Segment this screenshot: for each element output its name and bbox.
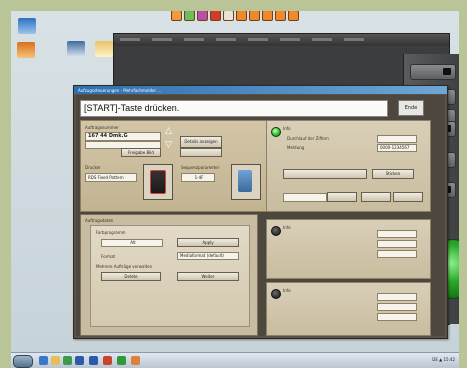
status1-bottom-button3[interactable] [393,192,423,202]
apply-button[interactable]: Apply [177,238,239,247]
status1-bottom-field1[interactable] [283,193,327,202]
desktop-icon-computer[interactable] [67,41,85,57]
app-icon-1[interactable] [171,11,182,21]
panel-button-1[interactable] [410,64,456,80]
start-button[interactable] [13,355,33,368]
dialog-titlebar: Aufzugssteuerungen - Mehrfachmelder ... [74,86,447,94]
taskbar-icon-browser[interactable] [39,356,48,365]
taskbar-icon-app4[interactable] [117,356,126,365]
field2-label: Format [101,254,116,259]
tape-icon [443,68,451,75]
setup-field[interactable]: 1-4F [181,173,215,182]
delete-button[interactable]: Delete [101,272,161,281]
status1-row1-label: Durchlauf der Ziffern [287,136,329,141]
field3-label: Mehrere Aufträge verwalten [96,264,153,269]
verify-button[interactable]: Freigabe Bild [121,148,161,157]
desktop-icon-app[interactable] [17,42,35,58]
taskbar-icon-media[interactable] [63,356,72,365]
status3-field3[interactable] [377,313,417,321]
status-led-on-icon [271,127,281,137]
details-button[interactable]: Details anzeigen [180,136,222,148]
instruction-field: [START]-Taste drücken. [80,100,388,117]
app-icon-10[interactable] [288,11,299,21]
desktop-icon-network[interactable] [18,18,36,34]
app-icon-7[interactable] [249,11,260,21]
taskbar-icon-app5[interactable] [131,356,140,365]
order-panel: Auftragsnummer 167 44 Dmk.G Freigabe Bil… [80,120,268,212]
down-arrow-icon[interactable]: ▽ [165,140,172,150]
app-icon-8[interactable] [262,11,273,21]
status2-field1[interactable] [377,230,417,238]
status1-wide-button[interactable] [283,169,367,179]
status1-row2-field[interactable]: 0000-1234567 [377,144,417,152]
status-led-off-icon [271,226,281,236]
field1-label: Farbprogramm [96,230,126,235]
field1-input[interactable]: Alt [101,239,163,247]
app-icon-5[interactable] [223,11,234,21]
order-field[interactable]: 167 44 Dmk.G [85,132,161,141]
desktop-screen: Aufzugssteuerungen - Mehrfachmelder ... … [11,11,459,352]
dialog-title: Aufzugssteuerungen - Mehrfachmelder ... [78,87,162,93]
taskbar: DE ▲ 15:42 [11,352,459,368]
photo-icon [238,170,252,192]
status1-row1-field[interactable] [377,135,417,143]
status1-title: Info [283,126,291,131]
image-selector-button[interactable] [231,164,261,200]
status2-field2[interactable] [377,240,417,248]
taskbar-icon-app2[interactable] [89,356,98,365]
app-icon-3[interactable] [197,11,208,21]
secondary-button[interactable] [180,148,222,157]
desktop-icon-folder[interactable] [95,41,113,57]
status1-action-button[interactable]: Sticken [372,169,414,179]
photo-frame: Aufzugssteuerungen - Mehrfachmelder ... … [0,0,467,368]
status1-bottom-button2[interactable] [361,192,391,202]
background-menubar [114,34,449,46]
status3-title: Info [283,288,291,293]
system-tray: DE ▲ 15:42 [432,357,455,362]
printer-label: Drucker [85,165,101,170]
printer-field[interactable]: RDS Fixed Pattern [85,173,137,182]
status2-title: Info [283,225,291,230]
status-panel-1: Info Durchlauf der Ziffern Meldung 0000-… [266,120,431,212]
up-arrow-icon[interactable]: △ [165,126,172,136]
app-icon-6[interactable] [236,11,247,21]
status3-field2[interactable] [377,303,417,311]
app-icon-2[interactable] [184,11,195,21]
more-button[interactable]: Weiter [177,272,239,281]
printer-image-button[interactable] [143,164,173,200]
status-led-off-icon [271,289,281,299]
dialog-body: [START]-Taste drücken. Ende Auftragsnumm… [76,95,445,336]
order-label: Auftragsnummer [85,125,119,130]
job-subpanel: Farbprogramm Alt Apply Format Mediaforma… [90,225,250,327]
printer-icon [150,170,166,194]
app-icon-9[interactable] [275,11,286,21]
status-panel-2: Info [266,219,431,279]
printing-dialog: Aufzugssteuerungen - Mehrfachmelder ... … [73,85,448,339]
status-panel-3: Info [266,282,431,336]
top-icon-strip [171,11,299,24]
sequence-label: Sequenzparameter [181,165,220,170]
field2-select[interactable]: Mediaformat (default) [177,252,239,260]
close-button[interactable]: Ende [398,100,424,116]
status1-row2-label: Meldung [287,145,305,150]
status3-field1[interactable] [377,293,417,301]
status1-bottom-button1[interactable] [327,192,357,202]
taskbar-icon-app3[interactable] [103,356,112,365]
taskbar-icon-folder[interactable] [51,356,60,365]
job-panel: Auftragsdaten Farbprogramm Alt Apply For… [80,214,258,336]
app-icon-4[interactable] [210,11,221,21]
job-panel-title: Auftragsdaten [85,218,114,223]
taskbar-icon-app[interactable] [75,356,84,365]
status2-field3[interactable] [377,250,417,258]
